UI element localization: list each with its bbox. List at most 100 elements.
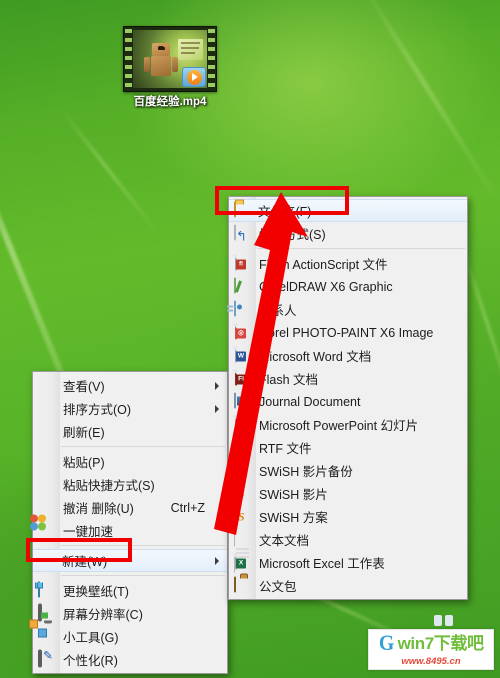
speed-icon xyxy=(30,514,55,539)
submenu-item-label: RTF 文件 xyxy=(259,442,312,456)
menu-item-label: 个性化(R) xyxy=(63,654,118,668)
menu-item-one-key-boost[interactable]: 一键加速 xyxy=(30,514,227,542)
submenu-item-journal-document[interactable]: Journal Document xyxy=(229,390,467,413)
textdoc-icon xyxy=(234,530,251,572)
word-icon: W xyxy=(234,346,251,364)
figure-head xyxy=(152,42,170,56)
submenu-item-swish-project[interactable]: SWiSH 方案 xyxy=(229,505,467,528)
watermark-site-name: win7下载吧 xyxy=(397,633,484,653)
submenu-item-briefcase[interactable]: 公文包 xyxy=(229,574,467,597)
leaf-vein xyxy=(59,107,161,237)
watermark: G win7下载吧 www.8495.cn xyxy=(368,629,494,670)
figure-arm-left xyxy=(144,57,150,73)
menu-item-label: 一键加速 xyxy=(63,525,114,539)
menu-item-screen-resolution[interactable]: 屏幕分辨率(C) xyxy=(33,602,227,625)
submenu-item-flash-document[interactable]: Fl Flash 文档 xyxy=(229,367,467,390)
contact-icon xyxy=(234,300,251,318)
flash-as-icon: fl xyxy=(234,254,251,272)
menu-separator xyxy=(61,575,225,576)
figure-arm-right xyxy=(172,57,179,73)
excel-icon: X xyxy=(234,553,251,571)
swish-icon xyxy=(234,461,251,479)
figure-body xyxy=(150,56,172,76)
menu-separator xyxy=(61,545,225,546)
submenu-item-text-document[interactable]: 文本文档 xyxy=(229,528,467,572)
submenu-item-label: Corel PHOTO-PAINT X6 Image xyxy=(259,325,434,340)
swish-icon xyxy=(234,484,251,502)
submenu-item-corel-photo-paint[interactable]: ◎ Corel PHOTO-PAINT X6 Image xyxy=(229,321,467,344)
menu-item-refresh[interactable]: 刷新(E) xyxy=(33,420,227,443)
shortcut-icon xyxy=(234,224,251,242)
submenu-arrow-icon xyxy=(215,381,219,390)
menu-item-label: 新建(W) xyxy=(62,555,108,569)
menu-item-label: 排序方式(O) xyxy=(63,403,132,417)
coreldraw-icon xyxy=(234,277,251,295)
submenu-item-label: Flash 文档 xyxy=(259,373,319,387)
folder-icon xyxy=(234,201,251,219)
menu-item-paste[interactable]: 粘贴(P) xyxy=(33,450,227,473)
submenu-item-folder[interactable]: 文件夹(F) xyxy=(229,199,467,222)
desktop-context-menu[interactable]: 查看(V) 排序方式(O) 刷新(E) 粘贴(P) 粘贴快捷方式(S) 撤消 删… xyxy=(29,371,228,674)
submenu-item-label: Journal Document xyxy=(259,394,361,409)
swish-icon xyxy=(234,507,251,525)
desktop-icon-label: 百度经验.mp4 xyxy=(133,96,207,108)
powerpoint-icon: P xyxy=(234,415,251,433)
rtf-icon: W xyxy=(234,438,251,456)
submenu-item-label: Flash ActionScript 文件 xyxy=(259,258,388,272)
submenu-item-word-document[interactable]: W Microsoft Word 文档 xyxy=(229,344,467,367)
menu-item-paste-shortcut[interactable]: 粘贴快捷方式(S) xyxy=(33,473,227,496)
submenu-item-label: SWiSH 方案 xyxy=(259,511,328,525)
menu-separator xyxy=(257,248,465,249)
menu-item-label: 更换壁纸(T) xyxy=(63,585,129,599)
submenu-item-label: 快捷方式(S) xyxy=(259,228,326,242)
desktop[interactable]: 百度经验.mp4 查看(V) 排序方式(O) 刷新(E) 粘贴(P) 粘贴快捷方… xyxy=(0,0,500,678)
figure-mouth xyxy=(158,47,166,51)
submenu-item-label: 文件夹(F) xyxy=(258,205,312,219)
menu-item-view[interactable]: 查看(V) xyxy=(33,374,227,397)
menu-item-gadgets[interactable]: 小工具(G) xyxy=(29,619,227,648)
menu-item-label: 粘贴(P) xyxy=(63,456,105,470)
new-submenu[interactable]: 文件夹(F) 快捷方式(S) fl Flash ActionScript 文件 … xyxy=(228,196,468,600)
menu-item-label: 粘贴快捷方式(S) xyxy=(63,479,155,493)
gadget-icon xyxy=(29,619,55,645)
submenu-item-coreldraw-graphic[interactable]: CorelDRAW X6 Graphic xyxy=(229,275,467,298)
submenu-item-shortcut[interactable]: 快捷方式(S) xyxy=(229,222,467,245)
menu-item-label: 查看(V) xyxy=(63,380,105,394)
submenu-item-label: Microsoft Excel 工作表 xyxy=(259,557,385,571)
submenu-item-contact[interactable]: 联系人 xyxy=(229,298,467,321)
submenu-item-flash-actionscript[interactable]: fl Flash ActionScript 文件 xyxy=(229,252,467,275)
poster-in-frame xyxy=(178,39,204,61)
film-perforation-left xyxy=(125,29,132,89)
submenu-item-label: 文本文档 xyxy=(259,534,310,548)
submenu-item-label: CorelDRAW X6 Graphic xyxy=(259,279,393,294)
menu-item-change-wallpaper[interactable]: 更换壁纸(T) xyxy=(33,579,227,602)
menu-item-undo-delete[interactable]: 撤消 删除(U) Ctrl+Z xyxy=(33,496,227,519)
film-perforation-right xyxy=(208,29,215,89)
submenu-item-label: Microsoft PowerPoint 幻灯片 xyxy=(259,419,419,433)
submenu-item-swish-movie-backup[interactable]: SWiSH 影片备份 xyxy=(229,459,467,482)
desktop-icon-video-file[interactable]: 百度经验.mp4 xyxy=(118,26,222,109)
menu-item-label: 撤消 删除(U) xyxy=(63,502,134,516)
submenu-item-label: 联系人 xyxy=(259,304,297,318)
flash-icon: Fl xyxy=(234,369,251,387)
submenu-item-swish-movie[interactable]: SWiSH 影片 xyxy=(229,482,467,505)
play-overlay-icon xyxy=(182,67,206,87)
menu-item-label: 刷新(E) xyxy=(63,426,105,440)
submenu-item-excel-worksheet[interactable]: X Microsoft Excel 工作表 xyxy=(229,551,467,574)
video-thumbnail-icon xyxy=(123,26,217,92)
menu-item-personalize[interactable]: 个性化(R) xyxy=(33,648,227,671)
menu-item-sort-by[interactable]: 排序方式(O) xyxy=(33,397,227,420)
submenu-item-powerpoint-slide[interactable]: P Microsoft PowerPoint 幻灯片 xyxy=(229,413,467,436)
monitor-icon xyxy=(38,603,55,622)
submenu-item-label: Microsoft Word 文档 xyxy=(259,350,372,364)
menu-item-new[interactable]: 新建(W) xyxy=(33,549,227,572)
journal-icon xyxy=(234,392,251,410)
menu-item-label: 屏幕分辨率(C) xyxy=(63,608,143,622)
submenu-arrow-icon xyxy=(215,404,219,413)
watermark-logo-icon: G xyxy=(379,630,395,656)
briefcase-icon xyxy=(234,576,251,594)
leaf-vein xyxy=(358,0,500,205)
submenu-item-rtf-file[interactable]: W RTF 文件 xyxy=(229,436,467,459)
personalize-icon xyxy=(38,649,55,668)
tshirt-icon xyxy=(38,581,55,599)
